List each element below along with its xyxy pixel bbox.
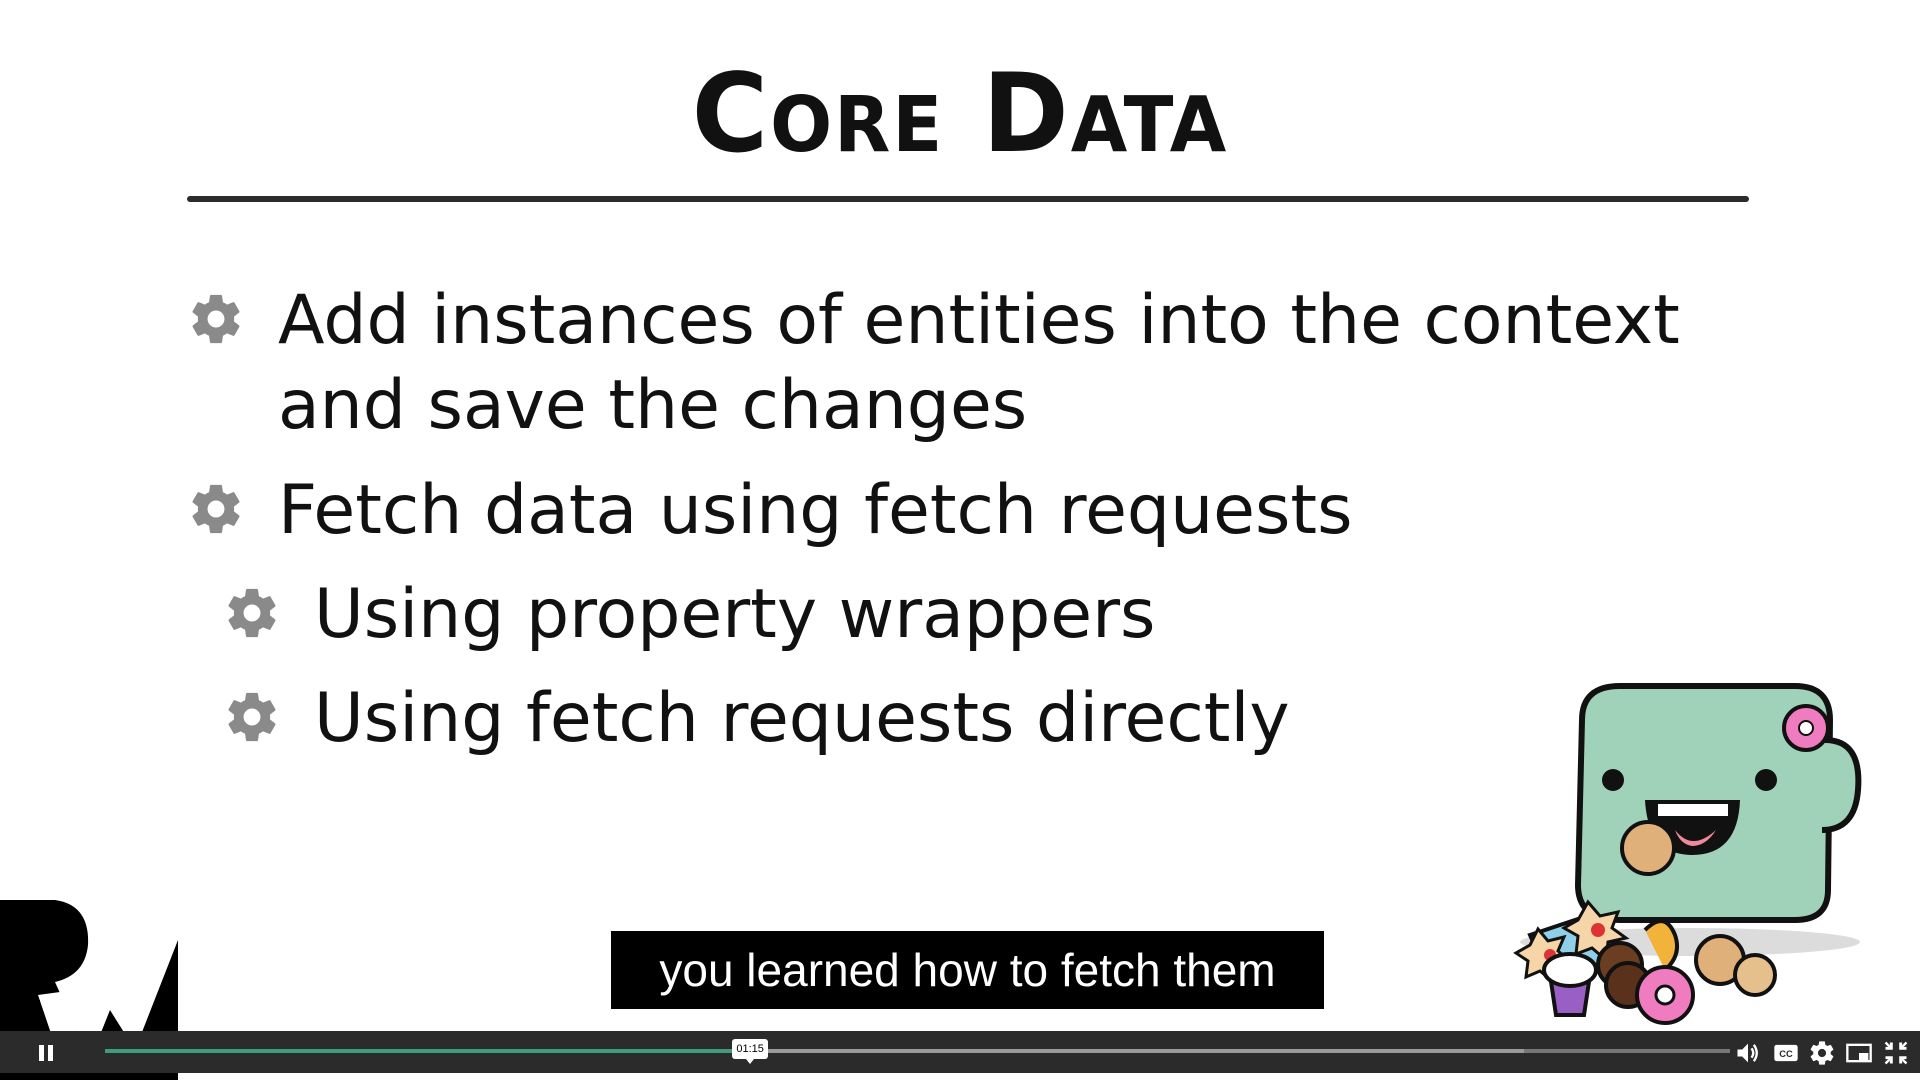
bullet-text: Using fetch requests directly [314, 679, 1290, 758]
gear-icon [192, 294, 240, 344]
gear-icon [228, 692, 276, 742]
closed-captions-icon[interactable]: CC [1772, 1039, 1800, 1067]
pause-icon [39, 1045, 44, 1061]
svg-text:CC: CC [1779, 1049, 1793, 1059]
settings-icon[interactable] [1808, 1039, 1836, 1067]
bullet-text: Fetch data using fetch requests [278, 471, 1353, 550]
time-tooltip: 01:15 [732, 1039, 769, 1064]
bullet-text: Using property wrappers [314, 575, 1156, 654]
sub-bullet-item: Using property wrappers [228, 572, 1156, 657]
title-divider [187, 196, 1749, 202]
bullet-text: Add instances of entities into the conte… [278, 281, 1680, 445]
mascot-illustration [1513, 683, 1862, 1025]
gear-icon [228, 588, 276, 638]
sub-bullet-item: Using fetch requests directly [228, 676, 1290, 761]
gear-icon [192, 484, 240, 534]
slide-title: Core Data [691, 48, 1229, 178]
video-controls-bar: 01:15 CC [0, 1031, 1920, 1073]
subtitle-caption: you learned how to fetch them [611, 931, 1324, 1009]
exit-fullscreen-icon[interactable] [1882, 1039, 1910, 1067]
picture-in-picture-icon[interactable] [1845, 1039, 1873, 1067]
progress-bar[interactable]: 01:15 [105, 1039, 1730, 1064]
progress-played [105, 1049, 751, 1053]
volume-icon[interactable] [1734, 1039, 1762, 1067]
bullet-item: Add instances of entities into the conte… [192, 278, 1748, 448]
bullet-item: Fetch data using fetch requests [192, 468, 1353, 553]
pause-button[interactable] [37, 1045, 57, 1061]
